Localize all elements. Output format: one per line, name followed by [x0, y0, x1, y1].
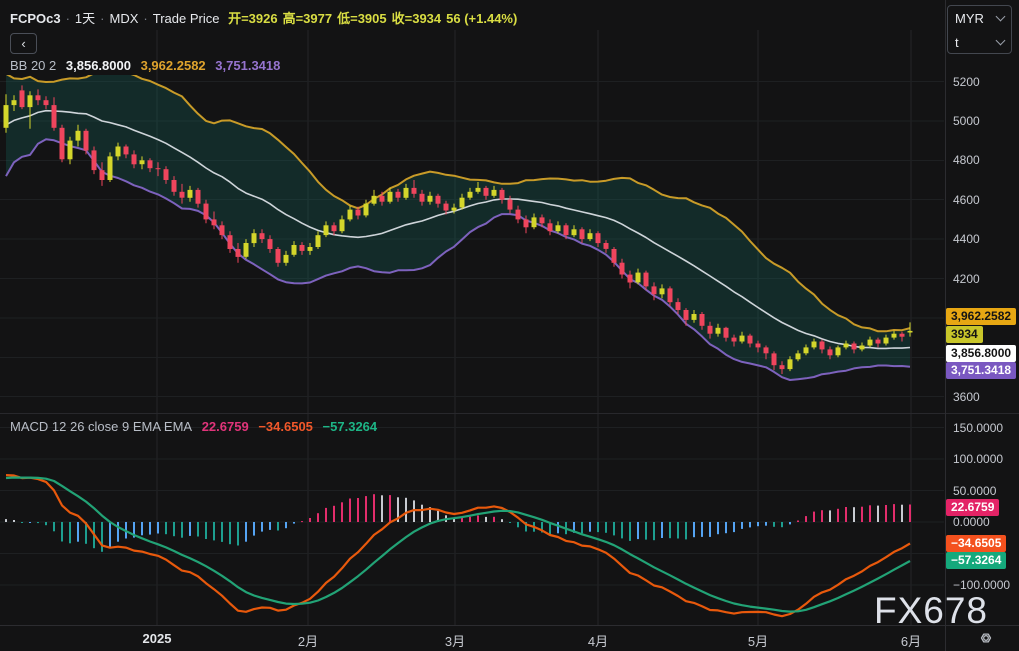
axis-price-badge: 3,751.3418: [946, 362, 1017, 379]
axis-price-badge: 3,962.2582: [946, 308, 1017, 325]
panel-divider[interactable]: [0, 413, 1019, 414]
chevron-down-icon: [995, 35, 1006, 46]
bb-upper-value: 3,962.2582: [140, 58, 206, 73]
back-button[interactable]: ‹: [10, 33, 37, 54]
bb-lower-value: 3,751.3418: [215, 58, 281, 73]
price-tick-label: 4200: [953, 271, 980, 286]
currency-value: MYR: [955, 10, 984, 26]
unit-value: t: [955, 34, 959, 50]
back-chevron-icon: ‹: [21, 35, 26, 51]
macd-hist-value: 22.6759: [201, 419, 249, 434]
high-value: 高=3977: [282, 11, 333, 26]
axis-price-badge: 3,856.8000: [946, 345, 1017, 362]
currency-unit-selector: MYR t: [947, 5, 1012, 54]
price-tick-label: 4800: [953, 153, 980, 168]
macd-tick-label: 50.0000: [953, 483, 997, 498]
time-axis-label: 5月: [747, 634, 769, 649]
close-value: 收=3934: [391, 11, 442, 26]
change-value: 56 (+1.44%): [446, 11, 518, 26]
bb-basis-value: 3,856.8000: [65, 58, 131, 73]
macd-line-value: −34.6505: [258, 419, 313, 434]
chevron-down-icon: [995, 11, 1006, 22]
macd-label: MACD 12 26 close 9 EMA EMA: [10, 419, 193, 434]
price-tick-label: 5200: [953, 74, 980, 89]
time-axis-settings-gear-icon[interactable]: [977, 629, 995, 647]
time-axis-label: 2月: [297, 634, 319, 649]
open-value: 开=3926: [228, 11, 278, 26]
macd-tick-label: 100.0000: [953, 452, 1004, 466]
currency-dropdown[interactable]: MYR: [948, 6, 1011, 30]
bb-indicator-legend[interactable]: BB 20 2 3,856.8000 3,962.2582 3,751.3418: [10, 58, 286, 73]
exchange-label: MDX: [109, 11, 139, 26]
price-tick-label: 5000: [953, 113, 980, 128]
series-type-label: Trade Price: [152, 11, 220, 26]
trading-chart-window: FCPOc3 · 1天 · MDX · Trade Price 开=3926 高=3977 低=…: [0, 0, 1019, 651]
axis-price-badge: −34.6505: [946, 535, 1007, 552]
macd-tick-label: 0.0000: [953, 515, 990, 529]
interval-label: 1天: [74, 11, 96, 26]
price-tick-label: 3600: [953, 389, 980, 404]
axis-price-badge: −57.3264: [946, 552, 1007, 569]
time-axis-border: [0, 625, 1019, 626]
price-tick-label: 4600: [953, 192, 980, 207]
chart-canvas[interactable]: [0, 0, 1019, 651]
time-axis-label: 2025: [142, 631, 172, 646]
unit-dropdown[interactable]: t: [948, 30, 1011, 54]
macd-tick-label: 150.0000: [953, 420, 1004, 435]
axis-price-badge: 3934: [946, 326, 983, 343]
symbol-name: FCPOc3: [10, 11, 61, 26]
time-axis-label: 4月: [587, 634, 609, 649]
fx678-watermark: FX678: [874, 590, 989, 631]
bb-label: BB 20 2: [10, 58, 57, 73]
low-value: 低=3905: [337, 11, 387, 26]
macd-indicator-legend[interactable]: MACD 12 26 close 9 EMA EMA 22.6759 −34.6…: [10, 419, 383, 434]
time-axis-label: 3月: [444, 634, 466, 649]
macd-signal-value: −57.3264: [322, 419, 378, 434]
axis-price-badge: 22.6759: [946, 499, 1000, 516]
time-axis-label: 6月: [900, 634, 922, 649]
price-tick-label: 4400: [953, 232, 980, 247]
symbol-legend[interactable]: FCPOc3 · 1天 · MDX · Trade Price 开=3926 高=3977 低=…: [10, 8, 522, 27]
